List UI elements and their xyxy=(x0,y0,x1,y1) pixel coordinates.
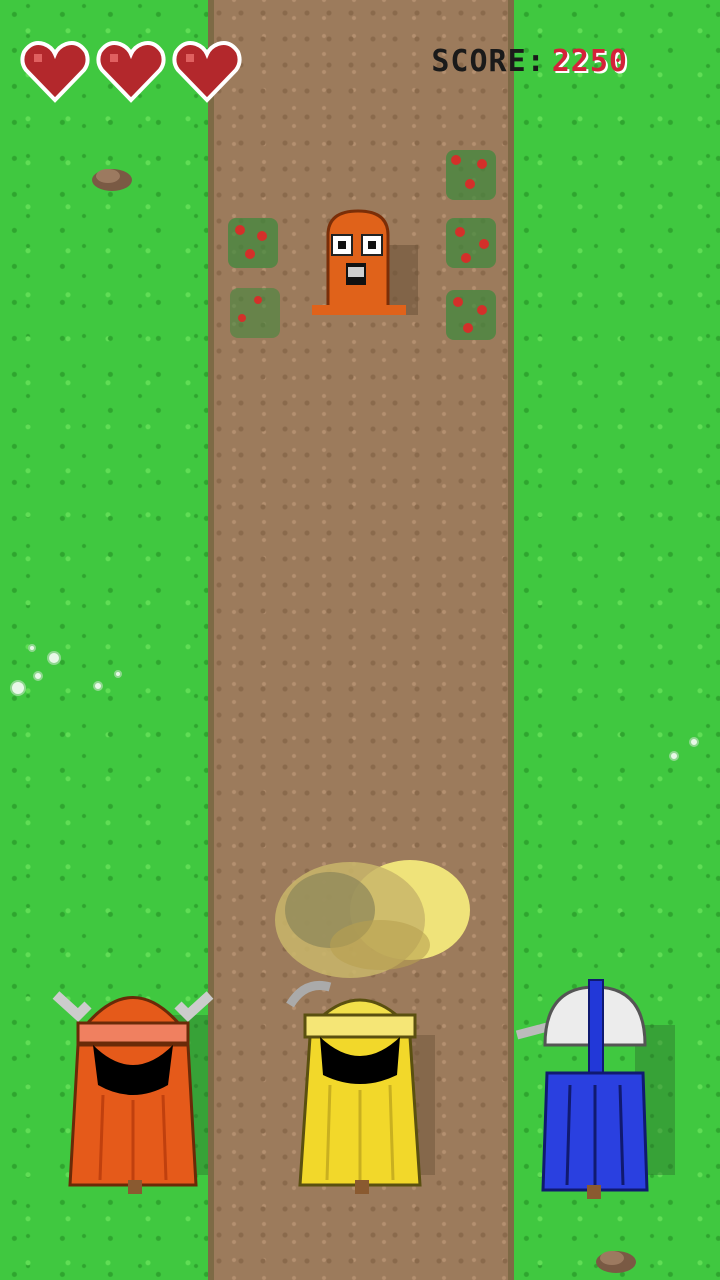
bush-icon xyxy=(446,150,496,200)
heart-icon xyxy=(20,41,90,103)
bush-icon xyxy=(228,218,278,268)
score-label: SCORE: xyxy=(431,44,546,79)
heart-icon xyxy=(96,41,166,103)
blue-caped-warrior[interactable] xyxy=(515,975,675,1205)
bush-icon xyxy=(446,290,496,340)
blob-monster[interactable] xyxy=(308,205,418,320)
yellow-wizard-knight[interactable] xyxy=(285,975,435,1205)
flowers-icon xyxy=(10,644,122,696)
rock-icon xyxy=(596,1251,636,1273)
lives-display xyxy=(20,40,242,104)
heart-icon xyxy=(172,41,242,103)
score-display: SCORE: 2250 xyxy=(431,44,628,79)
flowers-icon xyxy=(669,737,699,761)
rock-icon xyxy=(92,169,132,191)
bush-icon xyxy=(446,218,496,268)
bush-icon xyxy=(230,288,280,338)
game-scene: SCORE: 2250 xyxy=(0,0,720,1280)
score-value: 2250 xyxy=(551,44,628,79)
dust-cloud xyxy=(275,860,470,978)
orange-horned-knight[interactable] xyxy=(48,975,218,1205)
